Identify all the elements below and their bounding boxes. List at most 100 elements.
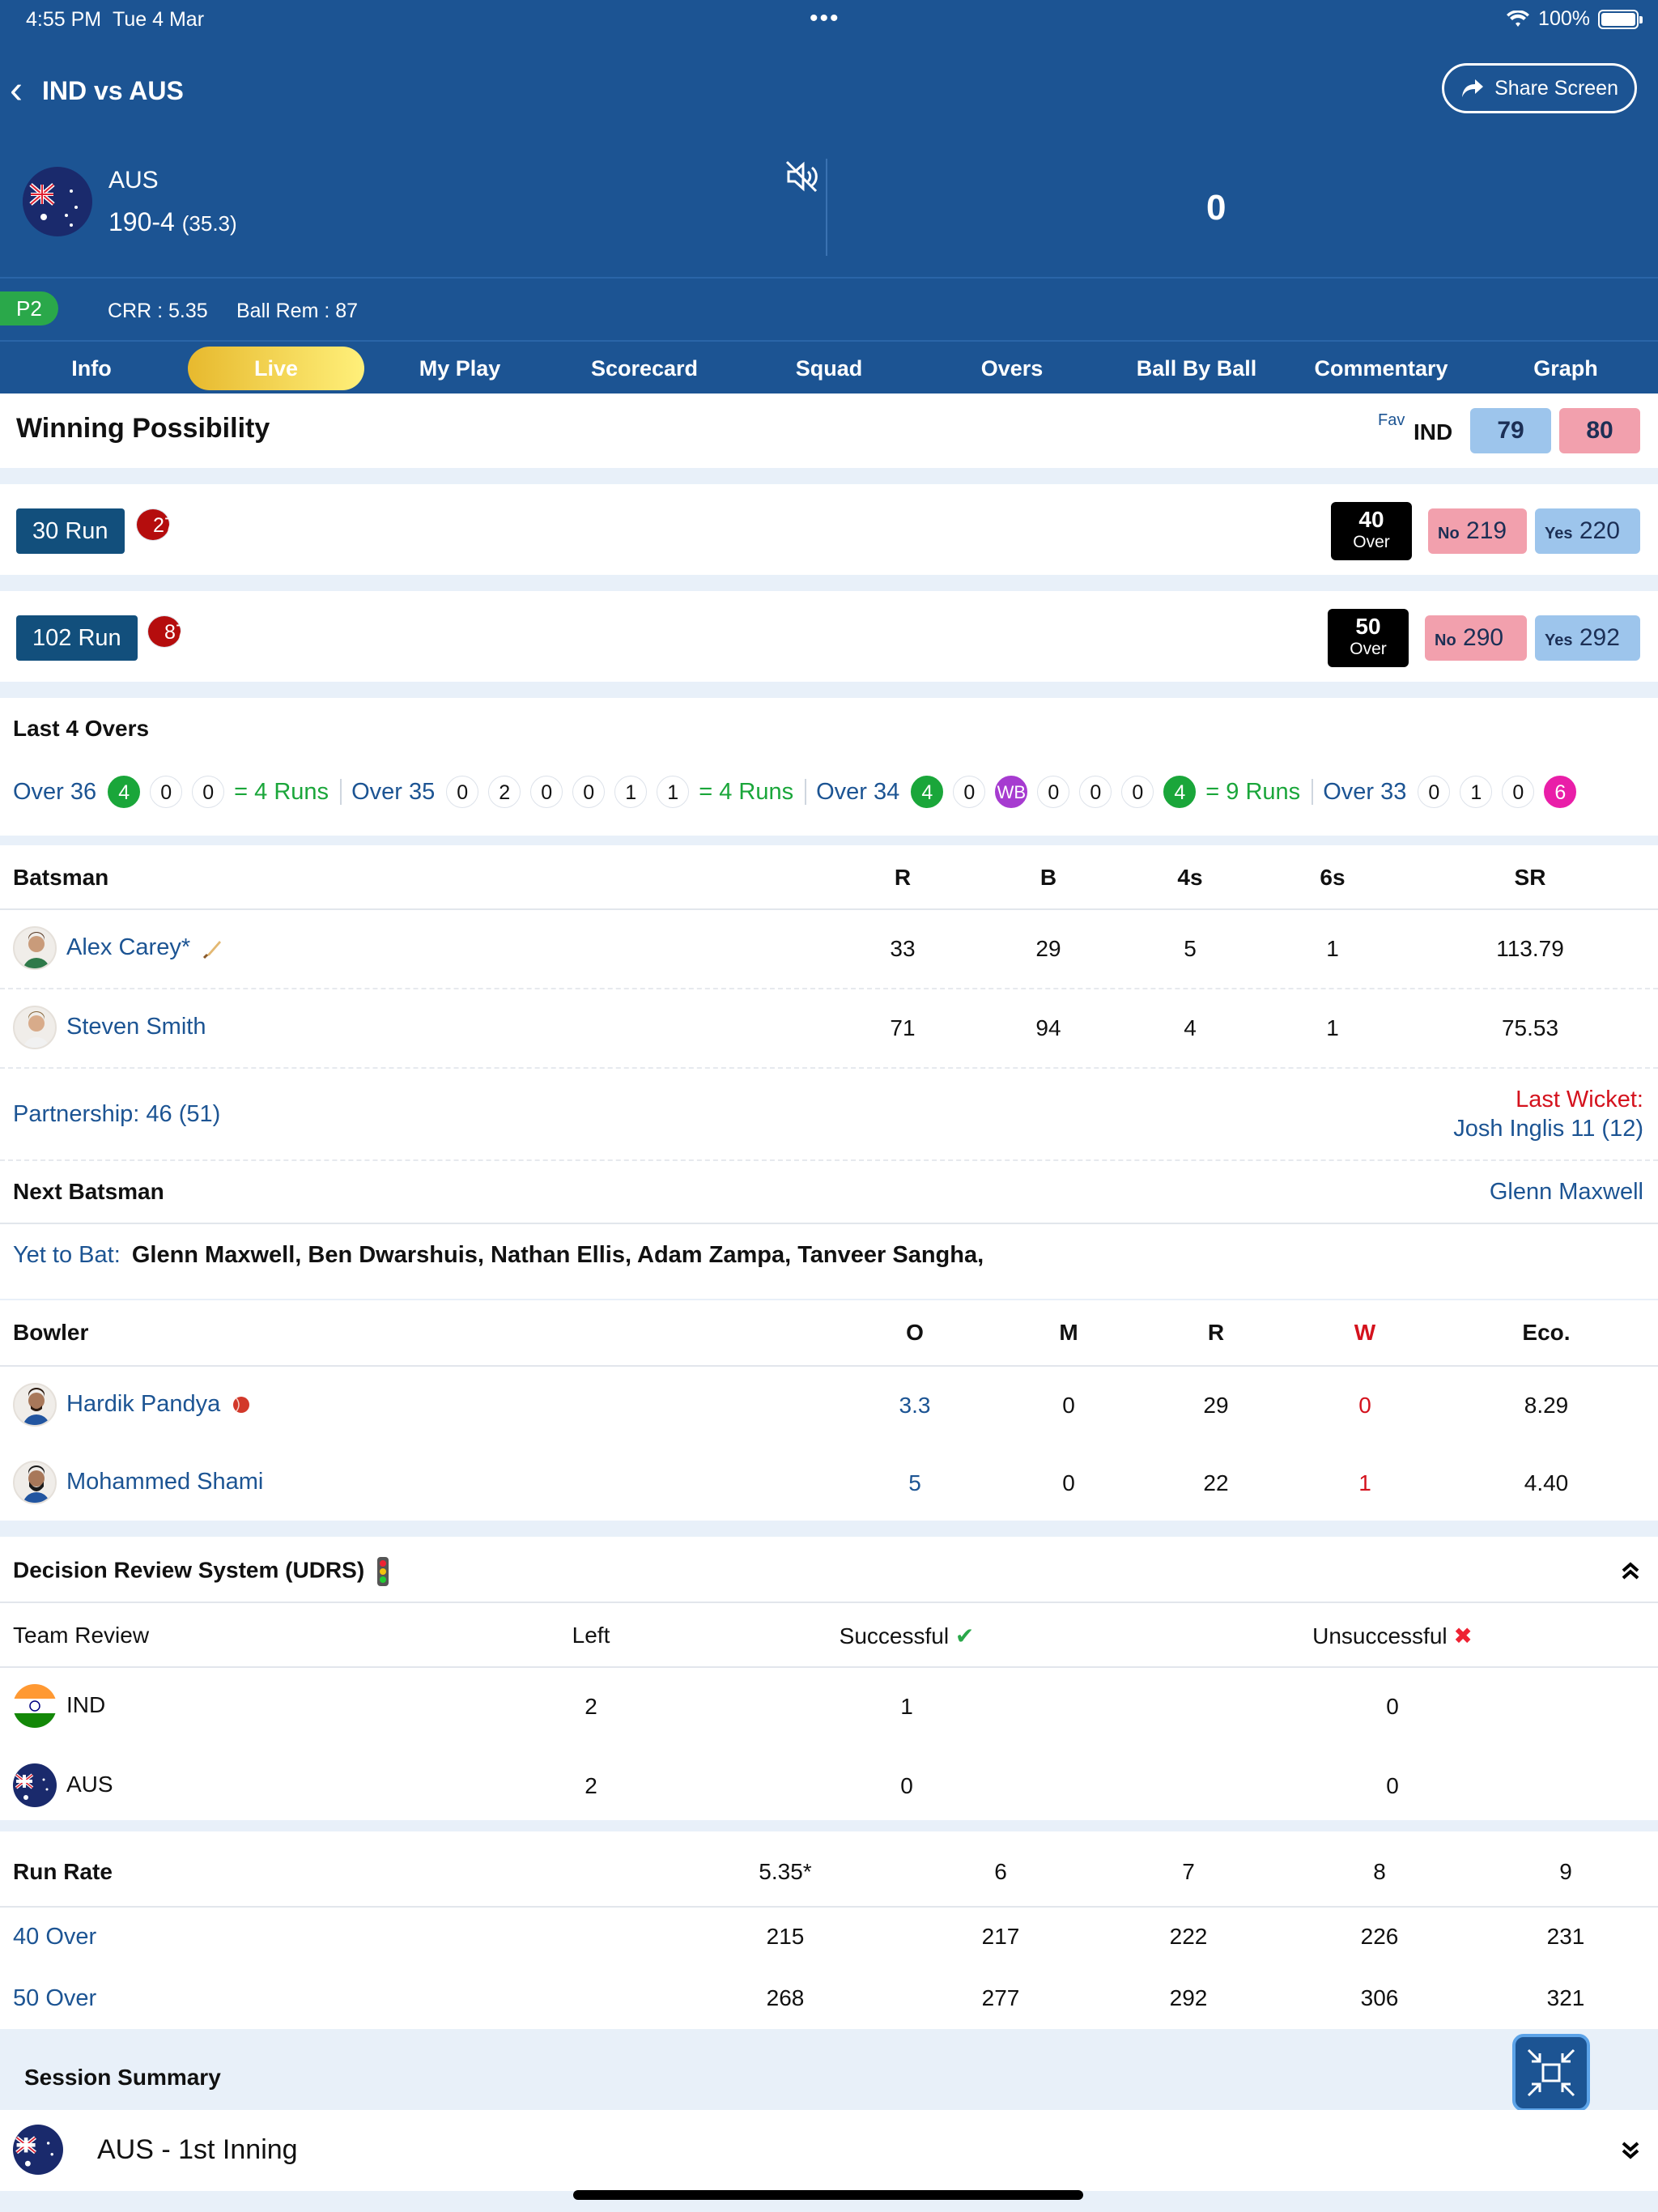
- ball-result: 1: [1460, 776, 1493, 808]
- tab-info[interactable]: Info: [0, 342, 183, 395]
- tab-overs[interactable]: Overs: [920, 342, 1104, 395]
- no-odds-40[interactable]: No 219: [1428, 508, 1527, 554]
- ball-result: 2: [488, 776, 521, 808]
- ball-result: WB: [995, 776, 1028, 808]
- tab-graph[interactable]: Graph: [1473, 342, 1658, 395]
- batsman-balls: 94: [1035, 1015, 1061, 1040]
- rate-col: 5.35*: [759, 1859, 812, 1884]
- ball-result: 0: [572, 776, 606, 808]
- tab-my-play[interactable]: My Play: [369, 342, 551, 395]
- session-summary-title: Session Summary: [24, 2065, 221, 2090]
- aus-flag-icon: [13, 2125, 63, 2175]
- overs-strip[interactable]: Over 36 4 0 0 = 4 Runs Over 35 0 2 0 0 1…: [13, 772, 1586, 811]
- tab-commentary[interactable]: Commentary: [1289, 342, 1473, 395]
- bowler-header: Bowler: [13, 1320, 89, 1345]
- tab-live[interactable]: Live: [188, 347, 364, 390]
- projection-value: 215: [766, 1924, 805, 1949]
- successful-header: Successful ✔: [839, 1623, 975, 1648]
- bowler-wickets: 0: [1358, 1393, 1371, 1418]
- drs-left: 2: [585, 1694, 597, 1719]
- home-indicator[interactable]: [573, 2190, 1083, 2200]
- ball-result: 1: [614, 776, 648, 808]
- fav-team: IND: [1414, 419, 1453, 445]
- battery-percent: 100%: [1538, 7, 1590, 30]
- runs-conceded-header: R: [1207, 1320, 1225, 1345]
- runs-needed-pill: 102 Run: [16, 615, 138, 661]
- crr-text: CRR : 5.35: [108, 300, 208, 322]
- fullscreen-toggle-button[interactable]: [1512, 2034, 1590, 2112]
- over-label: Over 33: [1323, 778, 1407, 805]
- wickets-header: W: [1354, 1320, 1376, 1345]
- session-row-50: 102 Run 87 Ball 50 Over No 290 Yes 292: [0, 591, 1658, 682]
- speaker-muted-icon[interactable]: [784, 159, 819, 194]
- yes-odds-50[interactable]: Yes 292: [1535, 615, 1640, 661]
- over-50-box: 50 Over: [1328, 609, 1409, 667]
- last-overs-title: Last 4 Overs: [13, 716, 150, 741]
- ball-result: 0: [530, 776, 563, 808]
- collapse-chevrons-icon[interactable]: [1619, 1559, 1642, 1582]
- collapse-arrows-icon: [1527, 2048, 1575, 2097]
- unsuccessful-header: Unsuccessful ✖: [1312, 1623, 1473, 1648]
- next-batsman-name[interactable]: Glenn Maxwell: [1490, 1179, 1643, 1206]
- projection-value: 268: [766, 1985, 805, 2010]
- ball-result: 6: [1544, 776, 1577, 808]
- bowler-runs: 29: [1203, 1393, 1229, 1418]
- divider: [0, 1067, 1658, 1069]
- runs-header: R: [894, 865, 912, 890]
- batsman-runs: 71: [890, 1015, 916, 1040]
- inning-title: AUS - 1st Inning: [97, 2134, 298, 2165]
- tab-ball-by-ball[interactable]: Ball By Ball: [1104, 342, 1289, 395]
- over-separator: [340, 779, 342, 805]
- bowler-maidens: 0: [1062, 1393, 1075, 1418]
- aus-flag-icon: [13, 1763, 57, 1807]
- bowler-overs: 3.3: [899, 1393, 931, 1418]
- drs-left: 2: [585, 1773, 597, 1798]
- maidens-header: M: [1059, 1320, 1078, 1345]
- sr-header: SR: [1514, 865, 1546, 890]
- batting-team: AUS: [108, 167, 159, 194]
- lay-odds[interactable]: 80: [1559, 408, 1640, 453]
- ball-result: 0: [1079, 776, 1112, 808]
- runs-needed-pill: 30 Run: [16, 508, 125, 554]
- player-avatar: [13, 1383, 57, 1427]
- inning-row[interactable]: AUS - 1st Inning: [0, 2110, 1658, 2191]
- tab-squad[interactable]: Squad: [738, 342, 920, 395]
- bowler-overs: 5: [908, 1470, 921, 1495]
- ball-result: 0: [192, 776, 225, 808]
- rate-col: 9: [1559, 1859, 1572, 1884]
- traffic-light-icon: [376, 1557, 389, 1586]
- bat-icon: [203, 941, 222, 959]
- multitask-dots-icon[interactable]: •••: [810, 5, 840, 32]
- share-screen-button[interactable]: Share Screen: [1442, 63, 1637, 113]
- cricket-ball-icon: [233, 1397, 250, 1414]
- score-divider: [826, 159, 827, 256]
- balls-header: B: [1039, 865, 1057, 890]
- batsman-fours: 5: [1184, 936, 1197, 961]
- bowler-economy: 8.29: [1524, 1393, 1569, 1418]
- over-separator: [1312, 779, 1314, 805]
- last-wicket-value: Josh Inglis 11 (12): [1453, 1116, 1643, 1142]
- ball-result: 4: [108, 776, 141, 808]
- drs-section: Decision Review System (UDRS) Team Revie…: [0, 1537, 1658, 1820]
- run-rate-header: Run Rate: [13, 1859, 113, 1884]
- batsman-sixes: 1: [1326, 1015, 1339, 1040]
- status-right: 100%: [1506, 7, 1643, 31]
- divider: [0, 1223, 1658, 1224]
- expand-chevrons-icon[interactable]: [1619, 2139, 1642, 2162]
- over-total: = 4 Runs: [234, 778, 329, 805]
- balls-left-pill: 87 Ball: [147, 615, 198, 676]
- batsman-sr: 75.53: [1501, 1015, 1559, 1040]
- back-odds[interactable]: 79: [1470, 408, 1551, 453]
- projection-label: 50 Over: [13, 1985, 97, 2011]
- last-wicket-label: Last Wicket:: [1516, 1087, 1643, 1112]
- yes-odds-40[interactable]: Yes 220: [1535, 508, 1640, 554]
- no-odds-50[interactable]: No 290: [1425, 615, 1527, 661]
- fav-label: Fav: [1378, 411, 1405, 429]
- batsman-sr: 113.79: [1496, 936, 1564, 961]
- drs-team: AUS: [66, 1772, 113, 1797]
- projection-value: 231: [1546, 1924, 1585, 1949]
- batting-section: Batsman R B 4s 6s SR Alex Carey* 33 29 5…: [0, 845, 1658, 1299]
- back-chevron-icon[interactable]: ‹: [10, 71, 23, 110]
- tab-scorecard[interactable]: Scorecard: [551, 342, 738, 395]
- over-label: Over 36: [13, 778, 97, 805]
